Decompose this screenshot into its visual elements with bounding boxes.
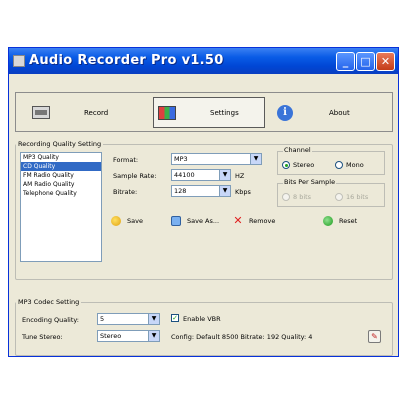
save-label: Save	[127, 217, 143, 225]
bits-per-sample-legend: Bits Per Sample	[283, 178, 337, 186]
minimize-button[interactable]: _	[336, 52, 355, 71]
reset-button[interactable]: Reset	[323, 216, 357, 226]
mono-radio[interactable]	[335, 161, 343, 169]
codec-legend: MP3 Codec Setting	[18, 298, 80, 306]
tool-icon: ✎	[371, 332, 378, 341]
close-button[interactable]: ✕	[376, 52, 395, 71]
window-title: Audio Recorder Pro v1.50	[29, 53, 224, 68]
chevron-down-icon[interactable]: ▼	[148, 314, 159, 324]
stereo-label: Stereo	[293, 161, 315, 169]
quality-preset-list[interactable]: MP3 Quality CD Quality FM Radio Quality …	[20, 152, 102, 262]
title-bar[interactable]: Audio Recorder Pro v1.50 _ □ ✕	[9, 48, 398, 74]
reset-icon	[323, 216, 333, 226]
info-icon: i	[277, 104, 293, 121]
codec-config-button[interactable]: ✎	[368, 330, 381, 343]
8-bits-label: 8 bits	[293, 193, 312, 201]
remove-button[interactable]: ✕ Remove	[233, 214, 276, 227]
format-value: MP3	[174, 155, 188, 163]
chevron-down-icon[interactable]: ▼	[250, 154, 261, 164]
save-as-label: Save As...	[187, 217, 220, 225]
sample-rate-unit: HZ	[235, 172, 245, 180]
app-logo-icon	[13, 55, 25, 67]
16-bits-label: 16 bits	[346, 193, 369, 201]
codec-config-text: Config: Default 8500 Bitrate: 192 Qualit…	[171, 333, 313, 341]
encoding-quality-value: 5	[100, 315, 105, 323]
list-item[interactable]: FM Radio Quality	[21, 171, 101, 180]
record-label: Record	[84, 108, 109, 117]
app-window: Audio Recorder Pro v1.50 _ □ ✕ Record Se…	[8, 47, 399, 357]
list-item[interactable]: CD Quality	[21, 162, 101, 171]
tape-icon	[32, 106, 50, 119]
save-as-icon	[171, 216, 181, 226]
chevron-down-icon[interactable]: ▼	[148, 331, 159, 341]
codec-group: MP3 Codec Setting	[15, 298, 393, 356]
sample-rate-label: Sample Rate:	[113, 172, 157, 180]
about-label: About	[329, 108, 350, 117]
vbr-checkbox[interactable]: ✓	[171, 314, 179, 322]
channel-legend: Channel	[283, 146, 312, 154]
8-bits-radio[interactable]	[282, 193, 290, 201]
tune-stereo-label: Tune Stereo:	[22, 333, 63, 341]
format-select[interactable]: MP3 ▼	[171, 153, 262, 165]
save-icon	[111, 216, 121, 226]
encoding-quality-label: Encoding Quality:	[22, 316, 79, 324]
record-button[interactable]: Record	[26, 97, 146, 128]
settings-button[interactable]: Settings	[153, 97, 265, 128]
chevron-down-icon[interactable]: ▼	[219, 186, 230, 196]
main-toolbar: Record Settings i About	[15, 92, 393, 132]
settings-icon	[158, 105, 176, 120]
tune-stereo-select[interactable]: Stereo ▼	[97, 330, 160, 342]
16-bits-radio[interactable]	[335, 193, 343, 201]
tune-stereo-value: Stereo	[100, 332, 122, 340]
save-as-button[interactable]: Save As...	[171, 216, 219, 226]
about-button[interactable]: i About	[273, 97, 388, 128]
list-item[interactable]: MP3 Quality	[21, 153, 101, 162]
remove-label: Remove	[249, 217, 276, 225]
format-label: Format:	[113, 156, 139, 164]
remove-icon: ✕	[233, 214, 243, 227]
list-item[interactable]: AM Radio Quality	[21, 180, 101, 189]
chevron-down-icon[interactable]: ▼	[219, 170, 230, 180]
encoding-quality-select[interactable]: 5 ▼	[97, 313, 160, 325]
bitrate-select[interactable]: 128 ▼	[171, 185, 231, 197]
bitrate-unit: Kbps	[235, 188, 251, 196]
vbr-label: Enable VBR	[183, 315, 221, 323]
save-button[interactable]: Save	[111, 216, 143, 226]
bitrate-label: Bitrate:	[113, 188, 138, 196]
settings-label: Settings	[210, 108, 239, 117]
bitrate-value: 128	[174, 187, 187, 195]
list-item[interactable]: Telephone Quality	[21, 189, 101, 198]
sample-rate-select[interactable]: 44100 ▼	[171, 169, 231, 181]
recording-quality-legend: Recording Quality Setting	[18, 140, 102, 148]
mono-label: Mono	[346, 161, 364, 169]
reset-label: Reset	[339, 217, 358, 225]
sample-rate-value: 44100	[174, 171, 195, 179]
maximize-button[interactable]: □	[356, 52, 375, 71]
stereo-radio[interactable]	[282, 161, 290, 169]
